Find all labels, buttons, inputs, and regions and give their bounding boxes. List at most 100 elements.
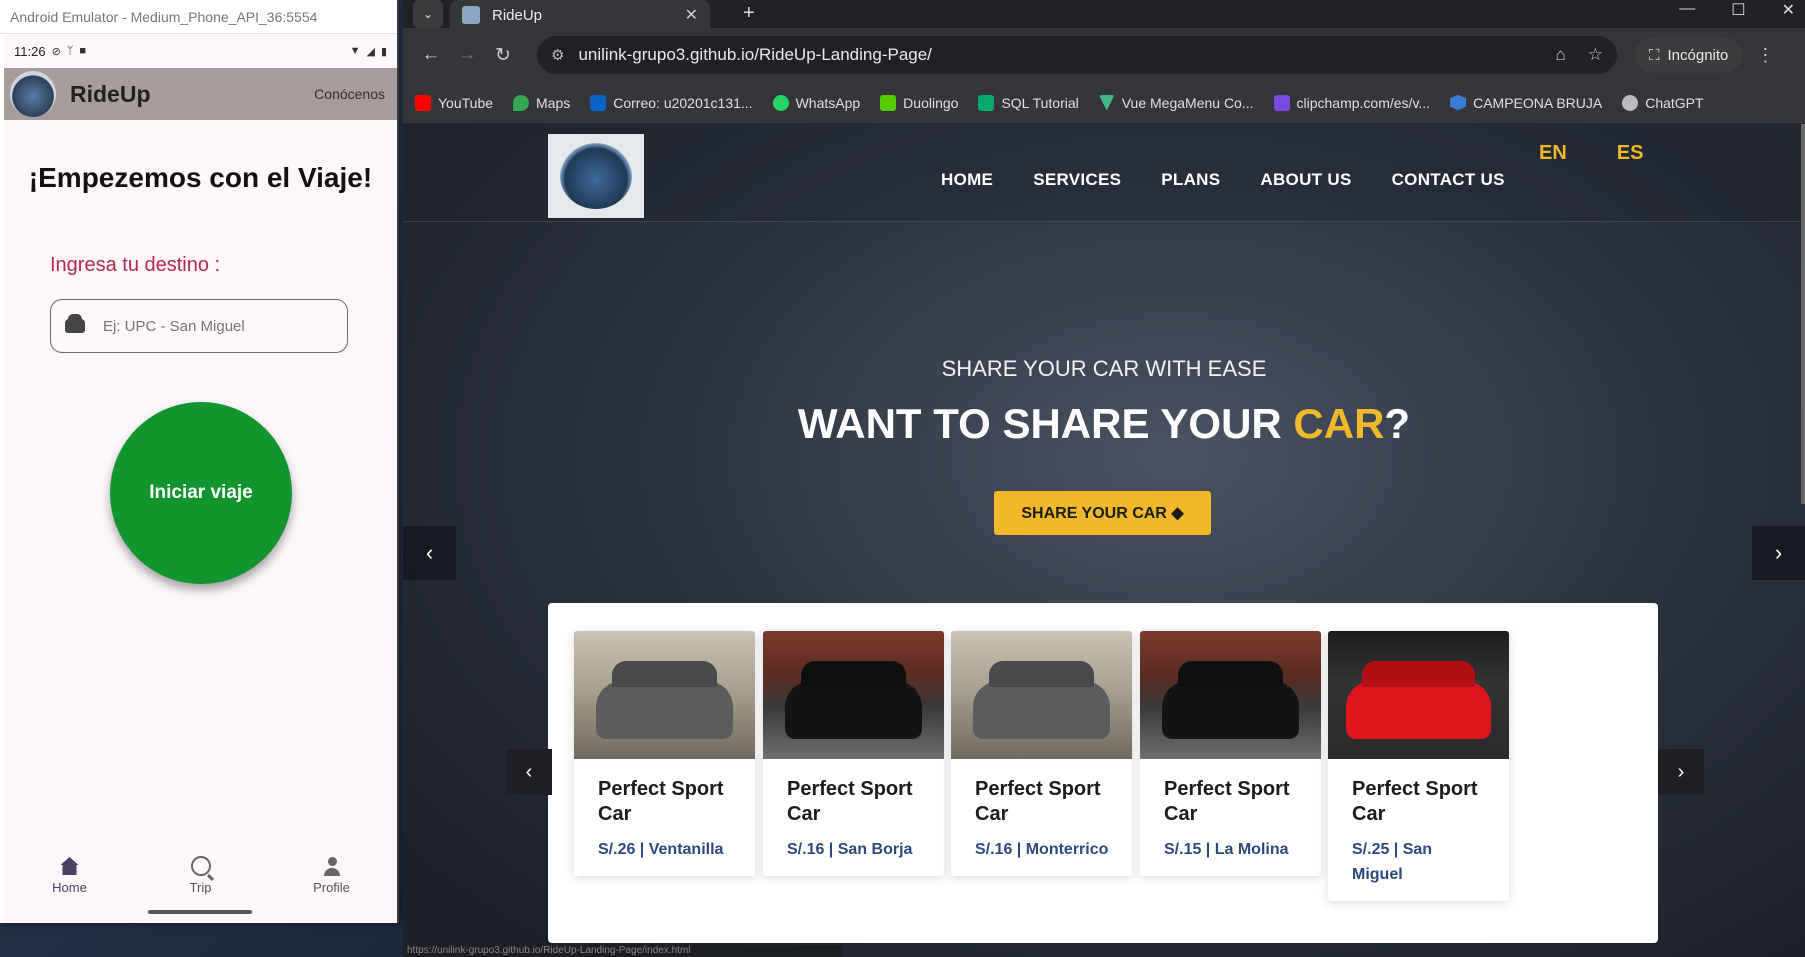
- cards-prev-button[interactable]: ‹: [506, 749, 552, 795]
- hero-title-accent: CAR: [1293, 400, 1385, 447]
- reload-icon[interactable]: ↻: [485, 44, 521, 67]
- bookmark-vue[interactable]: Vue MegaMenu Co...: [1098, 94, 1254, 111]
- app-bar: RideUp Conócenos: [4, 68, 397, 120]
- duolingo-icon: [880, 94, 897, 111]
- share-car-button[interactable]: SHARE YOUR CAR ◆: [994, 491, 1211, 535]
- vue-icon: [1098, 94, 1115, 111]
- tab-favicon: [462, 6, 480, 24]
- bookmark-chatgpt[interactable]: ChatGPT: [1622, 94, 1704, 111]
- nav-home[interactable]: Home: [30, 856, 110, 895]
- app-logo: [10, 71, 56, 117]
- nav-link-plans[interactable]: PLANS: [1161, 170, 1220, 190]
- car-icon: [65, 314, 85, 333]
- maximize-icon[interactable]: ☐: [1731, 0, 1745, 20]
- outlook-icon: [590, 94, 607, 111]
- address-bar[interactable]: ⚙ unilink-grupo3.github.io/RideUp-Landin…: [537, 36, 1617, 74]
- site-info-icon[interactable]: ⚙: [551, 46, 564, 64]
- incognito-badge[interactable]: ⛶ Incógnito: [1635, 37, 1743, 73]
- hero-subtitle: SHARE YOUR CAR WITH EASE: [941, 356, 1267, 381]
- active-tab[interactable]: RideUp ✕: [450, 0, 710, 30]
- bookmark-youtube[interactable]: YouTube: [415, 94, 494, 111]
- bookmark-correo[interactable]: Correo: u20201c131...: [590, 94, 753, 111]
- car-image-black-sedan: [763, 631, 944, 759]
- car-price: S/.26 | Ventanilla: [598, 841, 724, 858]
- youtube-icon: [415, 94, 431, 111]
- w3schools-icon: [978, 94, 995, 111]
- bookmark-label: YouTube: [438, 94, 494, 111]
- new-tab-icon[interactable]: +: [743, 2, 755, 25]
- nav-trip[interactable]: Trip: [161, 856, 241, 895]
- destination-field[interactable]: [50, 299, 348, 353]
- app-title: RideUp: [70, 80, 151, 107]
- page-scrollbar[interactable]: [1801, 124, 1805, 504]
- car-card[interactable]: Perfect Sport Car S/.16 | Monterrico: [951, 631, 1132, 876]
- hero-prev-button[interactable]: ‹: [403, 526, 456, 580]
- incognito-label: Incógnito: [1667, 46, 1729, 64]
- home-icon: [60, 857, 79, 875]
- phone-status-bar: 11:26 ⊘ ᛘ ■ ▼ ◢ ▮: [4, 34, 397, 68]
- nav-profile[interactable]: Profile: [292, 856, 372, 895]
- menu-icon[interactable]: ⋮: [1756, 45, 1774, 66]
- tab-bar: ⌄ RideUp ✕ + — ☐ ✕: [403, 0, 1805, 30]
- car-price: S/.16 | Monterrico: [975, 841, 1109, 858]
- close-window-icon[interactable]: ✕: [1782, 0, 1795, 20]
- site-logo[interactable]: [548, 134, 644, 218]
- car-name: Perfect Sport Car: [598, 778, 724, 825]
- car-name: Perfect Sport Car: [1352, 778, 1478, 825]
- trip-search-icon: [190, 856, 211, 876]
- tab-list-button[interactable]: ⌄: [413, 0, 443, 28]
- destination-input[interactable]: [103, 317, 323, 335]
- bookmark-campeona[interactable]: CAMPEONA BRUJA: [1450, 94, 1603, 111]
- bookmark-label: CAMPEONA BRUJA: [1473, 94, 1603, 111]
- car-card[interactable]: Perfect Sport Car S/.26 | Ventanilla: [574, 631, 755, 876]
- bookmark-label: WhatsApp: [795, 94, 861, 111]
- bookmarks-bar: YouTube Maps Correo: u20201c131... Whats…: [403, 82, 1805, 124]
- car-name: Perfect Sport Car: [787, 778, 913, 825]
- gesture-handle[interactable]: [148, 910, 252, 914]
- status-url: https://unilink-grupo3.github.io/RideUp-…: [403, 945, 843, 957]
- bookmark-clipchamp[interactable]: clipchamp.com/es/v...: [1273, 94, 1430, 111]
- bookmark-label: ChatGPT: [1645, 94, 1704, 111]
- privacy-icon: ⊘: [51, 45, 61, 58]
- car-card[interactable]: Perfect Sport Car S/.25 | San Miguel: [1328, 631, 1509, 901]
- car-name: Perfect Sport Car: [1164, 778, 1290, 825]
- nav-link-contact[interactable]: CONTACT US: [1392, 170, 1505, 190]
- hero-next-button[interactable]: ›: [1752, 526, 1805, 580]
- browser-toolbar: ← → ↻ ⚙ unilink-grupo3.github.io/RideUp-…: [403, 28, 1805, 82]
- hero-title: WANT TO SHARE YOUR CAR?: [403, 400, 1805, 448]
- car-image-silver-suv: [951, 631, 1132, 759]
- forward-icon[interactable]: →: [449, 44, 485, 66]
- phone-heading: ¡Empezemos con el Viaje!: [28, 162, 373, 193]
- bookmark-duolingo[interactable]: Duolingo: [880, 94, 958, 111]
- profile-icon: [322, 856, 342, 876]
- url-text[interactable]: unilink-grupo3.github.io/RideUp-Landing-…: [578, 45, 1533, 65]
- car-card[interactable]: Perfect Sport Car S/.15 | La Molina: [1140, 631, 1321, 876]
- lang-en[interactable]: EN: [1539, 142, 1567, 165]
- conocenos-link[interactable]: Conócenos: [314, 86, 385, 102]
- bookmark-sql[interactable]: SQL Tutorial: [978, 94, 1079, 111]
- nav-link-home[interactable]: HOME: [941, 170, 993, 190]
- bookmark-maps[interactable]: Maps: [513, 94, 570, 111]
- status-time: 11:26: [14, 43, 46, 59]
- bookmark-label: SQL Tutorial: [1001, 94, 1079, 111]
- car-price: S/.15 | La Molina: [1164, 841, 1289, 858]
- car-card[interactable]: Perfect Sport Car S/.16 | San Borja: [763, 631, 944, 876]
- bookmark-whatsapp[interactable]: WhatsApp: [772, 94, 861, 111]
- cards-next-button[interactable]: ›: [1658, 749, 1704, 795]
- bookmark-label: Correo: u20201c131...: [613, 94, 753, 111]
- whatsapp-icon: [772, 94, 789, 111]
- lang-es[interactable]: ES: [1617, 142, 1644, 165]
- close-tab-icon[interactable]: ✕: [685, 5, 698, 25]
- share-car-label: SHARE YOUR CAR: [1021, 505, 1167, 522]
- nav-link-about[interactable]: ABOUT US: [1260, 170, 1351, 190]
- nav-link-services[interactable]: SERVICES: [1033, 170, 1121, 190]
- car-price: S/.16 | San Borja: [787, 841, 913, 858]
- start-trip-button[interactable]: Iniciar viaje: [110, 402, 292, 584]
- back-icon[interactable]: ←: [413, 44, 449, 66]
- minimize-icon[interactable]: —: [1679, 0, 1695, 20]
- battery-icon: ▮: [380, 45, 387, 58]
- nav-label: Home: [52, 880, 87, 895]
- car-carousel: ‹ › Perfect Sport Car S/.26 | Ventanilla …: [506, 603, 1704, 943]
- translate-icon[interactable]: ⌂: [1555, 45, 1565, 65]
- bookmark-star-icon[interactable]: ☆: [1588, 45, 1603, 65]
